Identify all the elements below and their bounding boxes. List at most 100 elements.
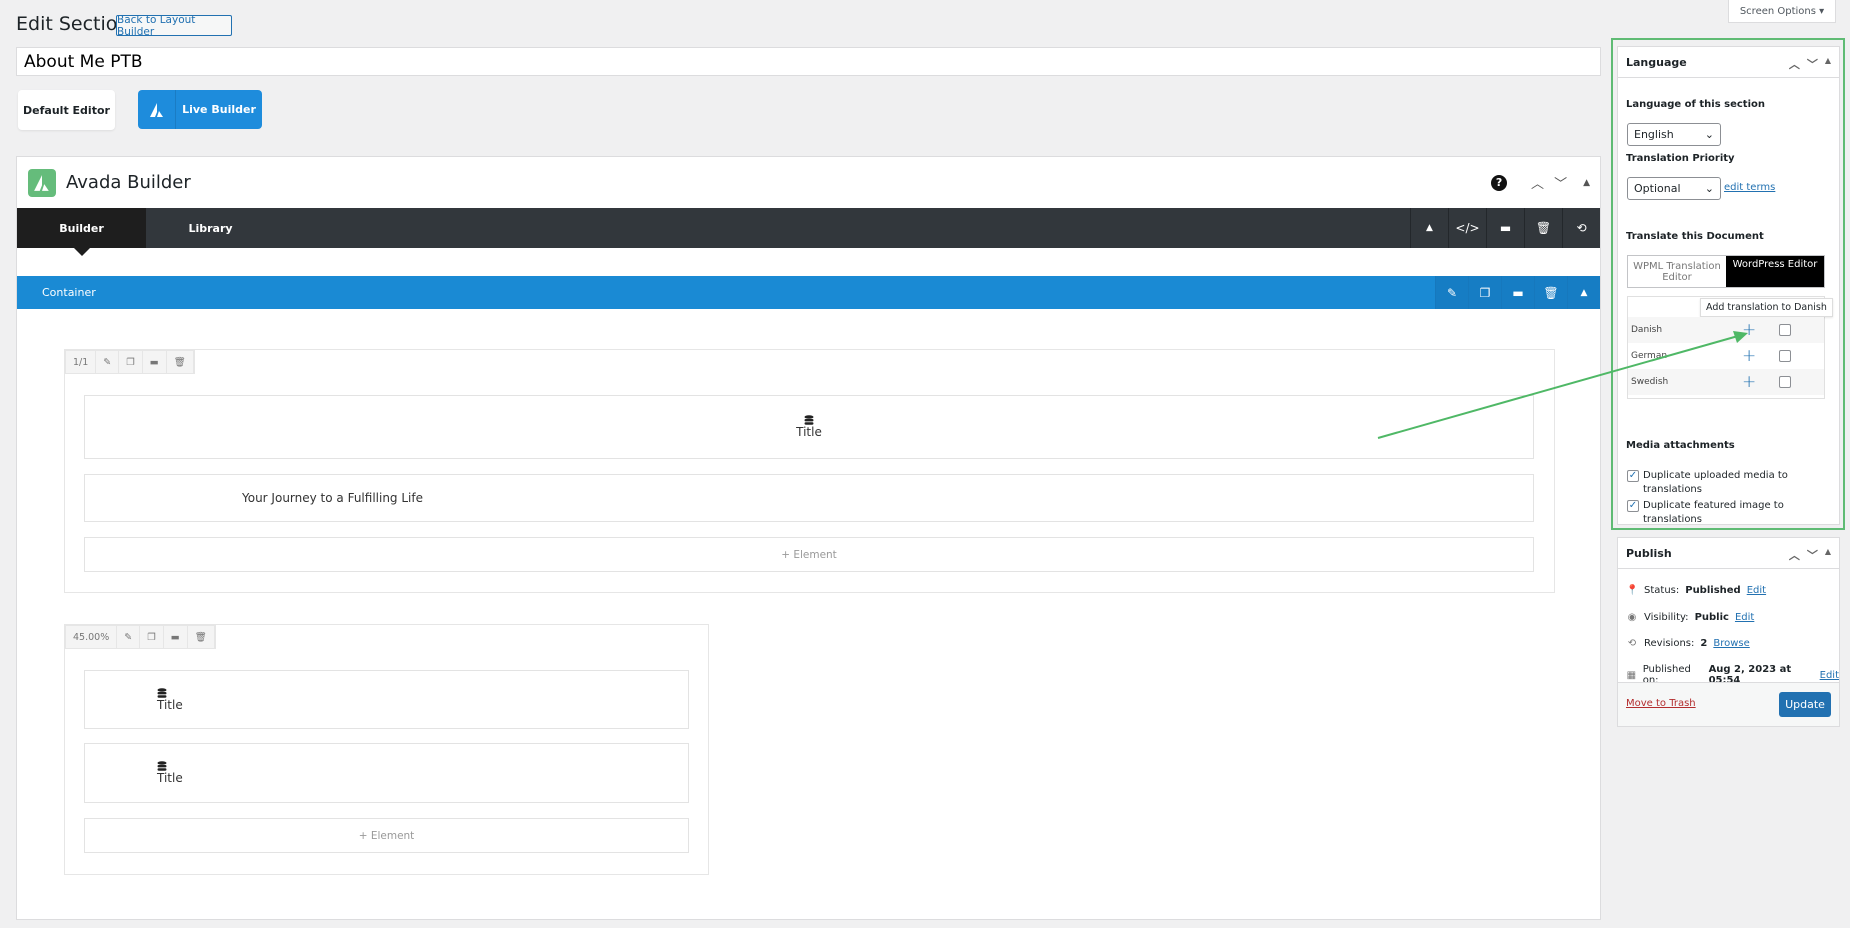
live-builder-button[interactable]: Live Builder (138, 90, 262, 129)
column-size[interactable]: 1/1 (66, 351, 97, 373)
collapse-icon[interactable]: ▲ (1567, 276, 1600, 309)
trash-icon[interactable]: 🗑 (1534, 276, 1567, 309)
checkbox[interactable] (1779, 350, 1791, 362)
live-builder-label: Live Builder (182, 103, 256, 116)
add-element-button[interactable]: + Element (84, 818, 689, 853)
move-up-icon[interactable]: ︿ (1789, 547, 1800, 563)
builder-title: Avada Builder (66, 172, 191, 193)
tab-builder[interactable]: Builder (17, 208, 146, 256)
priority-select[interactable]: Optional ⌄ (1627, 177, 1721, 200)
move-up-icon[interactable]: ︿ (1789, 56, 1800, 72)
default-editor-button[interactable]: Default Editor (18, 90, 115, 130)
wpml-editor-option[interactable]: WPML Translation Editor (1628, 256, 1726, 287)
update-button[interactable]: Update (1779, 692, 1831, 717)
move-down-icon[interactable]: ﹀ (1807, 56, 1818, 72)
selected-value: Optional (1634, 182, 1681, 195)
visibility-label: Visibility: (1644, 612, 1689, 623)
edit-status-link[interactable]: Edit (1747, 585, 1766, 596)
toggle-panel-icon[interactable]: ▲ (1825, 547, 1831, 563)
collapse-icon[interactable]: ▲ (1410, 208, 1448, 248)
move-down-icon[interactable]: ﹀ (1554, 173, 1567, 192)
duplicate-media-checkbox[interactable]: ✓ Duplicate uploaded media to translation… (1627, 469, 1832, 497)
translation-row-swedish: Swedish + (1628, 369, 1824, 395)
revisions-label: Revisions: (1644, 638, 1695, 649)
trash-icon[interactable]: 🗑 (188, 626, 215, 648)
language-header: Language (1626, 55, 1687, 69)
clone-icon[interactable]: ❐ (140, 626, 164, 648)
database-icon (157, 687, 167, 698)
language-name: Swedish (1631, 377, 1669, 387)
title-element[interactable]: Title (84, 670, 689, 729)
save-icon[interactable]: ▬ (1501, 276, 1534, 309)
checkmark-icon[interactable]: ✓ (1627, 500, 1639, 512)
text-element[interactable]: Your Journey to a Fulfilling Life (84, 474, 1534, 522)
column-toolbar: 1/1 ✎ ❐ ▬ 🗑 (65, 350, 195, 374)
tooltip: Add translation to Danish (1700, 298, 1833, 317)
post-title-input[interactable] (16, 47, 1601, 76)
checkmark-icon[interactable]: ✓ (1627, 470, 1639, 482)
language-name: German (1631, 351, 1668, 361)
chevron-down-icon: ⌄ (1704, 182, 1714, 195)
duplicate-featured-checkbox[interactable]: ✓ Duplicate featured image to translation… (1627, 499, 1832, 527)
column-2: 45.00% ✎ ❐ ▬ 🗑 Title Title + Element (64, 624, 709, 875)
trash-icon[interactable]: 🗑 (1524, 208, 1562, 248)
translation-row-german: German + (1628, 343, 1824, 369)
edit-icon[interactable]: ✎ (1435, 276, 1468, 309)
container-bar[interactable]: Container ✎ ❐ ▬ 🗑 ▲ (17, 276, 1600, 309)
checkbox[interactable] (1779, 376, 1791, 388)
trash-icon[interactable]: 🗑 (167, 351, 194, 373)
clone-icon[interactable]: ❐ (119, 351, 143, 373)
browse-revisions-link[interactable]: Browse (1713, 638, 1749, 649)
tab-library[interactable]: Library (146, 208, 275, 248)
pin-icon: 📍 (1626, 585, 1639, 596)
element-label: Title (157, 771, 183, 785)
edit-icon[interactable]: ✎ (117, 626, 141, 648)
save-icon[interactable]: ▬ (164, 626, 188, 648)
clone-icon[interactable]: ❐ (1468, 276, 1501, 309)
add-translation-icon[interactable]: + (1742, 346, 1756, 366)
translations-table: Add translation to Danish Danish + German… (1627, 296, 1833, 399)
language-panel: Language ︿ ﹀ ▲ Language of this section En… (1617, 46, 1840, 525)
status-value: Published (1685, 585, 1741, 596)
add-element-button[interactable]: + Element (84, 537, 1534, 572)
code-icon[interactable]: </> (1448, 208, 1486, 248)
save-icon[interactable]: ▬ (1486, 208, 1524, 248)
edit-icon[interactable]: ✎ (96, 351, 120, 373)
column-size[interactable]: 45.00% (66, 626, 118, 648)
translate-label: Translate this Document (1626, 231, 1764, 242)
editor-toggle: WPML Translation Editor WordPress Editor (1627, 255, 1825, 288)
save-icon[interactable]: ▬ (143, 351, 167, 373)
checkbox[interactable] (1779, 324, 1791, 336)
publish-panel: Publish ︿ ﹀ ▲ 📍 Status: Published Edit ◉ Visib… (1617, 537, 1840, 727)
eye-icon: ◉ (1627, 612, 1637, 623)
back-to-layout-builder-button[interactable]: Back to Layout Builder (116, 14, 232, 38)
move-up-icon[interactable]: ︿ (1531, 173, 1544, 192)
history-icon[interactable]: ⟲ (1562, 208, 1600, 248)
edit-date-link[interactable]: Edit (1820, 670, 1839, 681)
title-element[interactable]: Title (84, 395, 1534, 459)
toggle-panel-icon[interactable]: ▲ (1583, 178, 1590, 188)
avada-logo-icon (138, 90, 176, 129)
element-label: Title (157, 697, 183, 712)
media-label: Media attachments (1626, 440, 1735, 451)
screen-options-button[interactable]: Screen Options ▾ (1728, 0, 1836, 23)
help-icon[interactable]: ? (1491, 174, 1508, 191)
wordpress-editor-option[interactable]: WordPress Editor (1726, 256, 1824, 287)
element-label: Title (796, 425, 822, 439)
edit-terms-link[interactable]: edit terms (1724, 182, 1775, 193)
calendar-icon: ▦ (1626, 669, 1637, 681)
edit-visibility-link[interactable]: Edit (1735, 612, 1754, 623)
checkbox-label: Duplicate featured image to translations (1643, 500, 1784, 525)
add-translation-icon[interactable]: + (1742, 372, 1756, 392)
add-translation-icon[interactable]: + (1742, 320, 1756, 340)
section-language-select[interactable]: English ⌄ (1627, 123, 1721, 146)
toggle-panel-icon[interactable]: ▲ (1825, 56, 1831, 72)
history-icon: ⟲ (1627, 638, 1637, 649)
title-element[interactable]: Title (84, 743, 689, 803)
column-1: 1/1 ✎ ❐ ▬ 🗑 Title Your Journey to a Fulfill… (64, 349, 1555, 593)
revisions-value: 2 (1700, 638, 1708, 649)
column-toolbar: 45.00% ✎ ❐ ▬ 🗑 (65, 625, 216, 649)
publish-header: Publish (1626, 546, 1672, 560)
move-to-trash-link[interactable]: Move to Trash (1626, 698, 1696, 709)
move-down-icon[interactable]: ﹀ (1807, 547, 1818, 563)
